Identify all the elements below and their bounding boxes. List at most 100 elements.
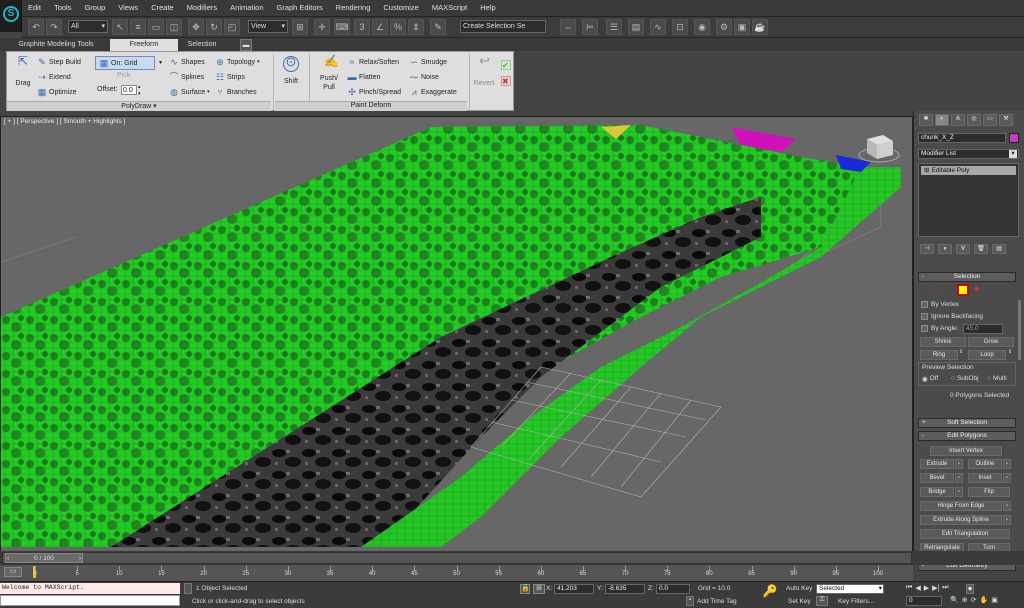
add-time-tag-button[interactable]: Add Time Tag [697,598,737,605]
set-key-icon[interactable]: 🔑 [760,584,780,604]
absolute-mode-icon[interactable]: ⊞ [533,584,545,594]
menu-create[interactable]: Create [151,3,174,12]
rectangular-selection-icon[interactable]: ▭ [148,19,164,35]
splines-button[interactable]: ⌒ Splines [169,72,203,82]
align-icon[interactable]: ⊨ [582,19,598,35]
outline-settings-icon[interactable]: ▫ [1003,459,1011,469]
menu-animation[interactable]: Animation [230,3,263,12]
pick-button[interactable]: Pick [117,72,130,79]
perspective-viewport[interactable] [0,116,913,561]
offset-input[interactable]: 0.0 [121,85,137,95]
render-icon[interactable]: ☕ [752,19,768,35]
graphite-toggle-icon[interactable]: ▤ [628,19,644,35]
maxscript-mini-listener-output[interactable]: Welcome to MAXScript. [0,583,180,594]
revert-button[interactable]: ↩ Revert [471,54,497,87]
select-manipulate-icon[interactable]: ✛ [314,19,330,35]
menu-help[interactable]: Help [480,3,495,12]
configure-sets-icon[interactable]: ▤ [992,244,1006,254]
bevel-button[interactable]: Bevel [920,473,954,483]
z-coordinate-field[interactable]: 0.0 [656,584,690,594]
on-grid-dropdown[interactable]: ▦ On: Grid [95,56,155,70]
zoom-all-icon[interactable]: ⊕ [962,596,968,604]
pinch-spread-button[interactable]: ✣ Pinch/Spread [347,87,401,97]
show-end-result-icon[interactable]: ⏸ [938,244,952,254]
create-tab-icon[interactable]: ✱ [919,114,933,126]
object-name-field[interactable]: chunk_X_Z [918,133,1006,143]
move-icon[interactable]: ✥ [188,19,204,35]
outline-button[interactable]: Outline [968,459,1002,469]
tab-freeform[interactable]: Freeform [110,39,178,51]
display-tab-icon[interactable]: ▭ [983,114,997,126]
ignore-backfacing-checkbox[interactable]: Ignore Backfacing [921,313,983,320]
drag-button[interactable]: ⇱ Drag [11,55,35,87]
selection-rollout-header[interactable]: - Selection [918,272,1016,282]
key-filters-icon[interactable]: ⚿ [816,596,828,606]
polydraw-panel-title[interactable]: PolyDraw ▾ [7,101,271,111]
set-key-button[interactable]: Set Key [788,598,811,605]
application-button[interactable]: S [0,0,22,32]
redo-icon[interactable]: ↷ [46,19,62,35]
time-slider[interactable]: ‹ 0 / 100 › [2,552,912,564]
pivot-center-icon[interactable]: ⊞ [292,19,308,35]
maximize-viewport-icon[interactable]: ▣ [991,596,998,604]
tab-selection[interactable]: Selection [182,39,222,51]
keyboard-shortcut-icon[interactable]: ⌨ [334,19,350,35]
edit-polygons-rollout-header[interactable]: - Edit Polygons [918,431,1016,441]
window-crossing-icon[interactable]: ◫ [166,19,182,35]
commit-check-icon[interactable]: ✔ [501,60,511,70]
menu-rendering[interactable]: Rendering [336,3,371,12]
menu-edit[interactable]: Edit [28,3,41,12]
inset-button[interactable]: Inset [968,473,1002,483]
angle-input[interactable]: 45.0 [963,324,1003,334]
previous-frame-icon[interactable]: ◀ [915,584,920,592]
pin-stack-icon[interactable]: ⊣ [920,244,934,254]
menu-views[interactable]: Views [118,3,138,12]
extrude-along-spline-button[interactable]: Extrude Along Spline [920,515,1002,525]
ring-button[interactable]: Ring [920,350,958,360]
modify-tab-icon[interactable]: ◐ [935,114,949,126]
polygon-level-icon[interactable] [957,284,970,296]
element-level-icon[interactable]: ◆ [973,284,979,296]
pan-icon[interactable]: ✋ [979,596,988,604]
flatten-button[interactable]: ▬ Flatten [347,72,381,82]
hinge-from-edge-button[interactable]: Hinge From Edge [920,501,1002,511]
reference-coordinate-dropdown[interactable]: View ▾ [248,20,288,33]
hinge-settings-icon[interactable]: ▫ [1003,501,1011,511]
relax-soften-button[interactable]: ≈ Relax/Soften [347,57,400,67]
extrude-button[interactable]: Extrude [920,459,954,469]
grow-button[interactable]: Grow [968,337,1014,347]
undo-icon[interactable]: ↶ [28,19,44,35]
time-slider-thumb[interactable]: ‹ 0 / 100 › [5,553,83,563]
utilities-tab-icon[interactable]: ⚒ [999,114,1013,126]
insert-vertex-button[interactable]: Insert Vertex [930,446,1002,456]
modifier-list-dropdown[interactable]: Modifier List ▾ [918,149,1019,159]
time-tag-icon[interactable]: ▪ [686,596,694,606]
spinner-snap-icon[interactable]: ⇕ [408,19,424,35]
x-coordinate-field[interactable]: 41.203 [554,584,594,594]
ring-spinner-icon[interactable]: ⇕ [959,349,963,355]
optimize-button[interactable]: ▦ Optimize [37,87,77,97]
track-bar[interactable]: 0 5 10 15 20 25 30 35 40 45 50 55 60 65 70 75 80 85 90 95 10… [0,565,913,581]
isolate-selection-icon[interactable] [184,583,192,594]
curve-editor-icon[interactable]: ∿ [650,19,666,35]
border-level-icon[interactable]: ◌ [949,284,954,296]
topology-button[interactable]: ⊕ Topology ▾ [215,57,259,67]
menu-maxscript[interactable]: MAXScript [432,3,467,12]
scale-icon[interactable]: ◰ [224,19,240,35]
named-selection-sets[interactable]: Create Selection Se [460,20,546,33]
zoom-icon[interactable]: 🔍 [950,596,959,604]
mirror-icon[interactable]: ⇔ [560,19,576,35]
by-vertex-checkbox[interactable]: By Vertex [921,301,959,308]
motion-tab-icon[interactable]: ◎ [967,114,981,126]
extend-button[interactable]: ⇢ Extend [37,72,71,82]
exaggerate-button[interactable]: ⩘ Exaggerate [409,87,456,97]
orbit-icon[interactable]: ⟳ [971,596,977,604]
noise-button[interactable]: ⁓ Noise [409,72,439,82]
select-by-name-icon[interactable]: ≡ [130,19,146,35]
loop-spinner-icon[interactable]: ⇕ [1008,349,1012,355]
layer-manager-icon[interactable]: ☰ [606,19,622,35]
cancel-x-icon[interactable]: ✖ [501,76,511,86]
rotate-icon[interactable]: ↻ [206,19,222,35]
key-mode-toggle-icon[interactable]: ◆ [966,584,974,594]
preview-multi-radio[interactable]: ○ Multi [987,375,1007,382]
